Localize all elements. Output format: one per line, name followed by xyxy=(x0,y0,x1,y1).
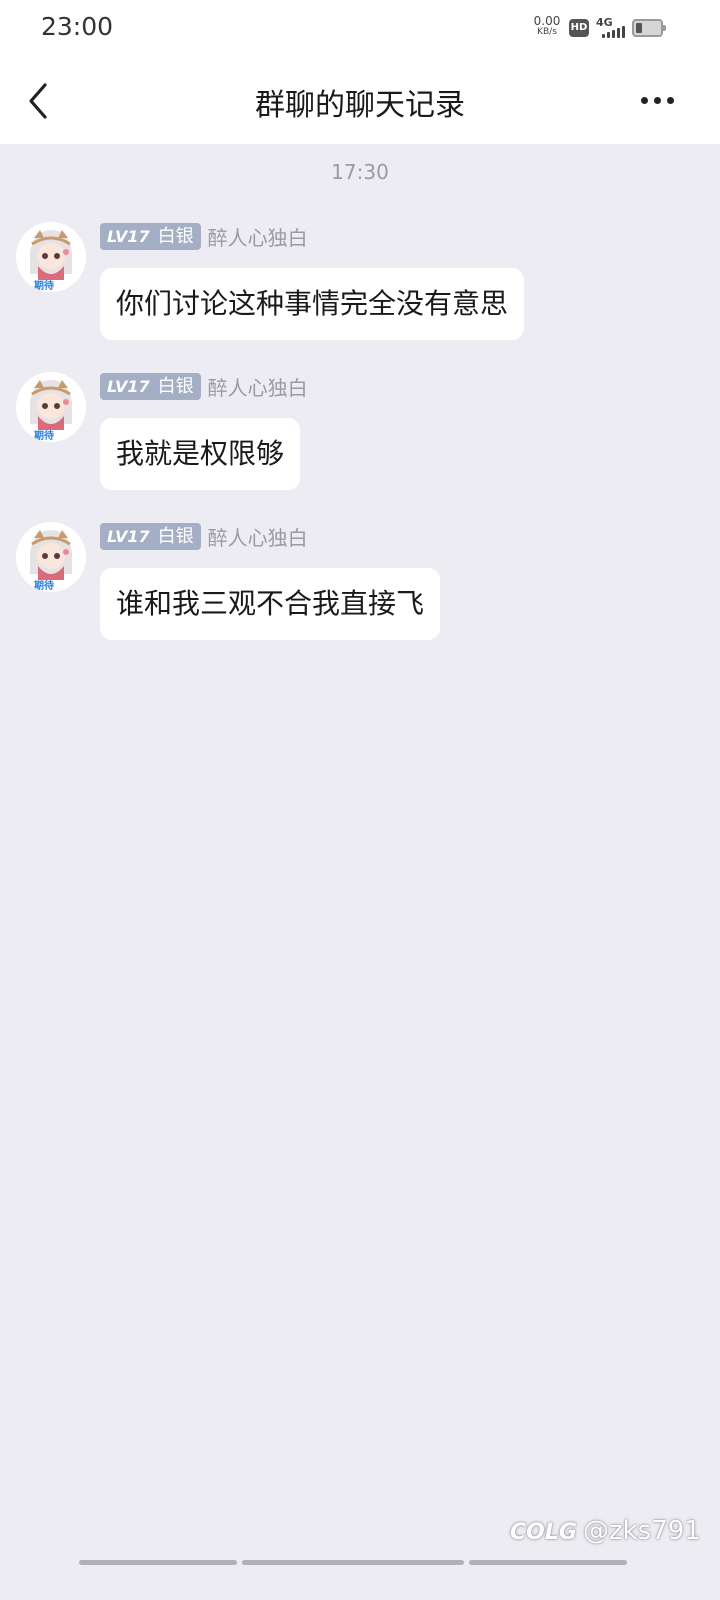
network-speed-value: 0.00 xyxy=(533,14,561,28)
avatar-caption: 期待 xyxy=(34,581,54,592)
message-bubble[interactable]: 你们讨论这种事情完全没有意思 xyxy=(100,268,525,340)
network-speed: 0.00 KB/s xyxy=(532,14,562,38)
sender-info: LV17 白银 醉人心独白 xyxy=(100,222,308,250)
network-speed-unit: KB/s xyxy=(537,27,557,37)
sender-info: LV17 白银 醉人心独白 xyxy=(100,522,308,550)
signal-icon: 4G xyxy=(596,16,626,40)
page-title: 群聊的聊天记录 xyxy=(255,88,465,123)
chat-header: 群聊的聊天记录 xyxy=(0,58,720,144)
watermark-logo: COLG xyxy=(510,1520,577,1545)
level-badge: LV17 白银 xyxy=(100,223,201,250)
gesture-bar xyxy=(469,1560,627,1565)
status-bar: 23:00 0.00 KB/s HD 4G xyxy=(0,0,720,58)
battery-icon xyxy=(632,19,666,37)
avatar-caption: 期待 xyxy=(34,431,54,442)
sender-name[interactable]: 醉人心独白 xyxy=(208,522,308,551)
network-type-label: 4G xyxy=(596,16,613,29)
avatar-caption: 期待 xyxy=(34,281,54,292)
rank-label: 白银 xyxy=(157,376,194,397)
level-label: LV17 xyxy=(107,527,150,546)
message-bubble[interactable]: 我就是权限够 xyxy=(100,418,301,490)
level-badge: LV17 白银 xyxy=(100,523,201,550)
level-label: LV17 xyxy=(107,227,150,246)
rank-label: 白银 xyxy=(157,526,194,547)
avatar[interactable]: 期待 xyxy=(16,372,86,442)
sender-name[interactable]: 醉人心独白 xyxy=(208,222,308,251)
level-label: LV17 xyxy=(107,377,150,396)
message-item: 期待 LV17 白银 醉人心独白 我就是权限够 xyxy=(0,372,720,502)
battery-level-fill xyxy=(636,23,642,33)
sender-info: LV17 白银 醉人心独白 xyxy=(100,372,308,400)
gesture-bar xyxy=(242,1560,464,1565)
avatar[interactable]: 期待 xyxy=(16,222,86,292)
watermark-handle: @zks791 xyxy=(582,1516,701,1546)
rank-label: 白银 xyxy=(157,226,194,247)
message-item: 期待 LV17 白银 醉人心独白 谁和我三观不合我直接飞 xyxy=(0,522,720,652)
message-bubble[interactable]: 谁和我三观不合我直接飞 xyxy=(100,568,441,640)
message-item: 期待 LV17 白银 醉人心独白 你们讨论这种事情完全没有意思 xyxy=(0,222,720,352)
chat-timestamp: 17:30 xyxy=(331,160,389,184)
avatar[interactable]: 期待 xyxy=(16,522,86,592)
gesture-bar xyxy=(79,1560,237,1565)
more-options-button[interactable] xyxy=(632,80,682,120)
status-time: 23:00 xyxy=(41,12,114,41)
level-badge: LV17 白银 xyxy=(100,373,201,400)
sender-name[interactable]: 醉人心独白 xyxy=(208,372,308,401)
watermark: COLG @zks791 xyxy=(510,1516,701,1550)
hd-icon: HD xyxy=(569,19,589,37)
